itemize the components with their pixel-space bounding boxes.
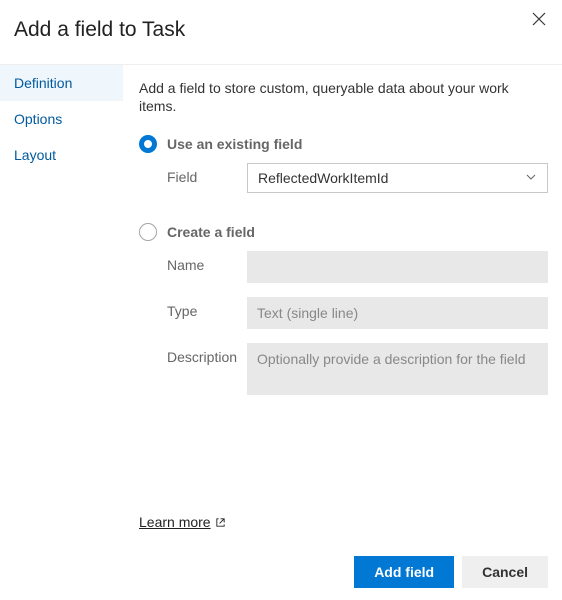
description-textarea: Optionally provide a description for the…: [247, 343, 548, 395]
dialog-title: Add a field to Task: [0, 0, 562, 64]
field-select-value: ReflectedWorkItemId: [258, 170, 388, 186]
sidebar: Definition Options Layout: [0, 65, 123, 544]
radio-create-field[interactable]: Create a field: [139, 223, 548, 241]
external-link-icon: [215, 517, 226, 528]
name-input: [247, 251, 548, 283]
radio-label: Use an existing field: [167, 136, 302, 152]
sidebar-item-definition[interactable]: Definition: [0, 65, 123, 101]
cancel-button[interactable]: Cancel: [462, 556, 548, 588]
sidebar-item-options[interactable]: Options: [0, 101, 123, 137]
field-label: Description: [167, 343, 247, 365]
learn-more-link[interactable]: Learn more: [139, 514, 226, 530]
type-select: Text (single line): [247, 297, 548, 329]
intro-text: Add a field to store custom, queryable d…: [139, 79, 548, 115]
field-row-description: Description Optionally provide a descrip…: [139, 343, 548, 395]
sidebar-item-label: Layout: [14, 147, 56, 163]
sidebar-item-label: Definition: [14, 75, 72, 91]
field-row-type: Type Text (single line): [139, 297, 548, 329]
radio-checked-icon: [139, 135, 157, 153]
radio-use-existing[interactable]: Use an existing field: [139, 135, 548, 153]
sidebar-item-label: Options: [14, 111, 62, 127]
field-row-existing: Field ReflectedWorkItemId: [139, 163, 548, 193]
option-create-field: Create a field Name Type Text (single li…: [139, 223, 548, 395]
main-panel: Add a field to store custom, queryable d…: [123, 65, 562, 544]
radio-unchecked-icon: [139, 223, 157, 241]
close-button[interactable]: [528, 8, 550, 34]
field-label: Name: [167, 251, 247, 273]
sidebar-item-layout[interactable]: Layout: [0, 137, 123, 173]
radio-label: Create a field: [167, 224, 255, 240]
field-label: Type: [167, 297, 247, 319]
field-row-name: Name: [139, 251, 548, 283]
dialog-footer: Add field Cancel: [354, 556, 548, 588]
field-select[interactable]: ReflectedWorkItemId: [247, 163, 548, 193]
option-use-existing: Use an existing field Field ReflectedWor…: [139, 135, 548, 193]
learn-more-label: Learn more: [139, 514, 211, 530]
content-wrap: Definition Options Layout Add a field to…: [0, 64, 562, 544]
chevron-down-icon: [525, 170, 537, 186]
field-label: Field: [167, 163, 247, 185]
close-icon: [532, 12, 546, 26]
add-field-button[interactable]: Add field: [354, 556, 454, 588]
